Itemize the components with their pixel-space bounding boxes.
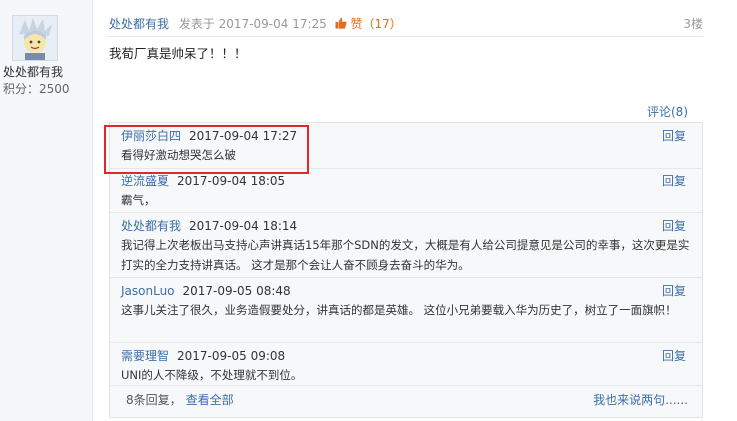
post-author-link[interactable]: 处处都有我 [109,17,169,31]
comment-item: JasonLuo 2017-09-05 08:48 回复 这事儿关注了很久，业务造… [110,278,702,343]
comment-item: 逆流盛夏 2017-09-04 18:05 回复 霸气， [110,168,702,213]
post-timestamp: 发表于 2017-09-04 17:25 [178,17,327,31]
comment-user-link[interactable]: 逆流盛夏 [121,174,169,188]
sidebar-points: 积分：2500 [3,82,70,96]
comment-time: 2017-09-05 08:48 [182,284,291,298]
comments-toggle-link[interactable]: 评论(8) [647,103,688,120]
reply-button[interactable]: 回复 [662,217,686,235]
user-sidebar: 处处都有我 积分：2500 [0,0,93,421]
comment-text: UNI的人不降级，不处理就不到位。 [121,368,303,382]
comment-time: 2017-09-04 18:05 [177,174,286,188]
reply-button[interactable]: 回复 [662,127,686,145]
write-comment-link[interactable]: 我也来说两句...... [593,391,688,408]
comment-time: 2017-09-05 09:08 [177,349,286,363]
reply-count: 8条回复， [126,393,182,407]
thumbs-up-icon [335,17,347,29]
comment-user-link[interactable]: 处处都有我 [121,219,181,233]
floor-number: 3楼 [683,17,703,31]
post-header: 处处都有我 发表于 2017-09-04 17:25 赞（17） 3楼 [109,15,703,33]
sidebar-username[interactable]: 处处都有我 [3,63,63,80]
header-divider [107,36,703,37]
comment-user-link[interactable]: 需要理智 [121,349,169,363]
highlight-annotation-box [104,125,309,174]
view-all-link[interactable]: 查看全部 [186,393,234,407]
reply-button[interactable]: 回复 [662,347,686,365]
reply-button[interactable]: 回复 [662,172,686,190]
comments-footer: 8条回复， 查看全部 我也来说两句...... [110,385,702,415]
comment-time: 2017-09-04 18:14 [189,219,298,233]
comment-item: 处处都有我 2017-09-04 18:14 回复 我记得上次老板出马支持心声讲真… [110,213,702,278]
like-count: （17） [362,17,402,31]
comment-user-link[interactable]: JasonLuo [121,284,175,298]
comment-text: 霸气， [121,193,156,207]
like-label: 赞 [350,17,363,31]
avatar-image-icon [13,16,57,60]
comment-item: 需要理智 2017-09-05 09:08 回复 UNI的人不降级，不处理就不到位… [110,343,702,386]
post-content: 我荀厂真是帅呆了！！！ [109,46,247,61]
comment-text: 我记得上次老板出马支持心声讲真话15年那个SDN的发文，大概是有人给公司提意见是… [121,238,690,272]
comment-text: 这事儿关注了很久，业务造假要处分，讲真话的都是英雄。 这位小兄弟要载入华为历史了… [121,303,677,317]
avatar[interactable] [12,15,58,61]
reply-button[interactable]: 回复 [662,282,686,300]
like-button[interactable]: 赞（17） [335,17,402,31]
